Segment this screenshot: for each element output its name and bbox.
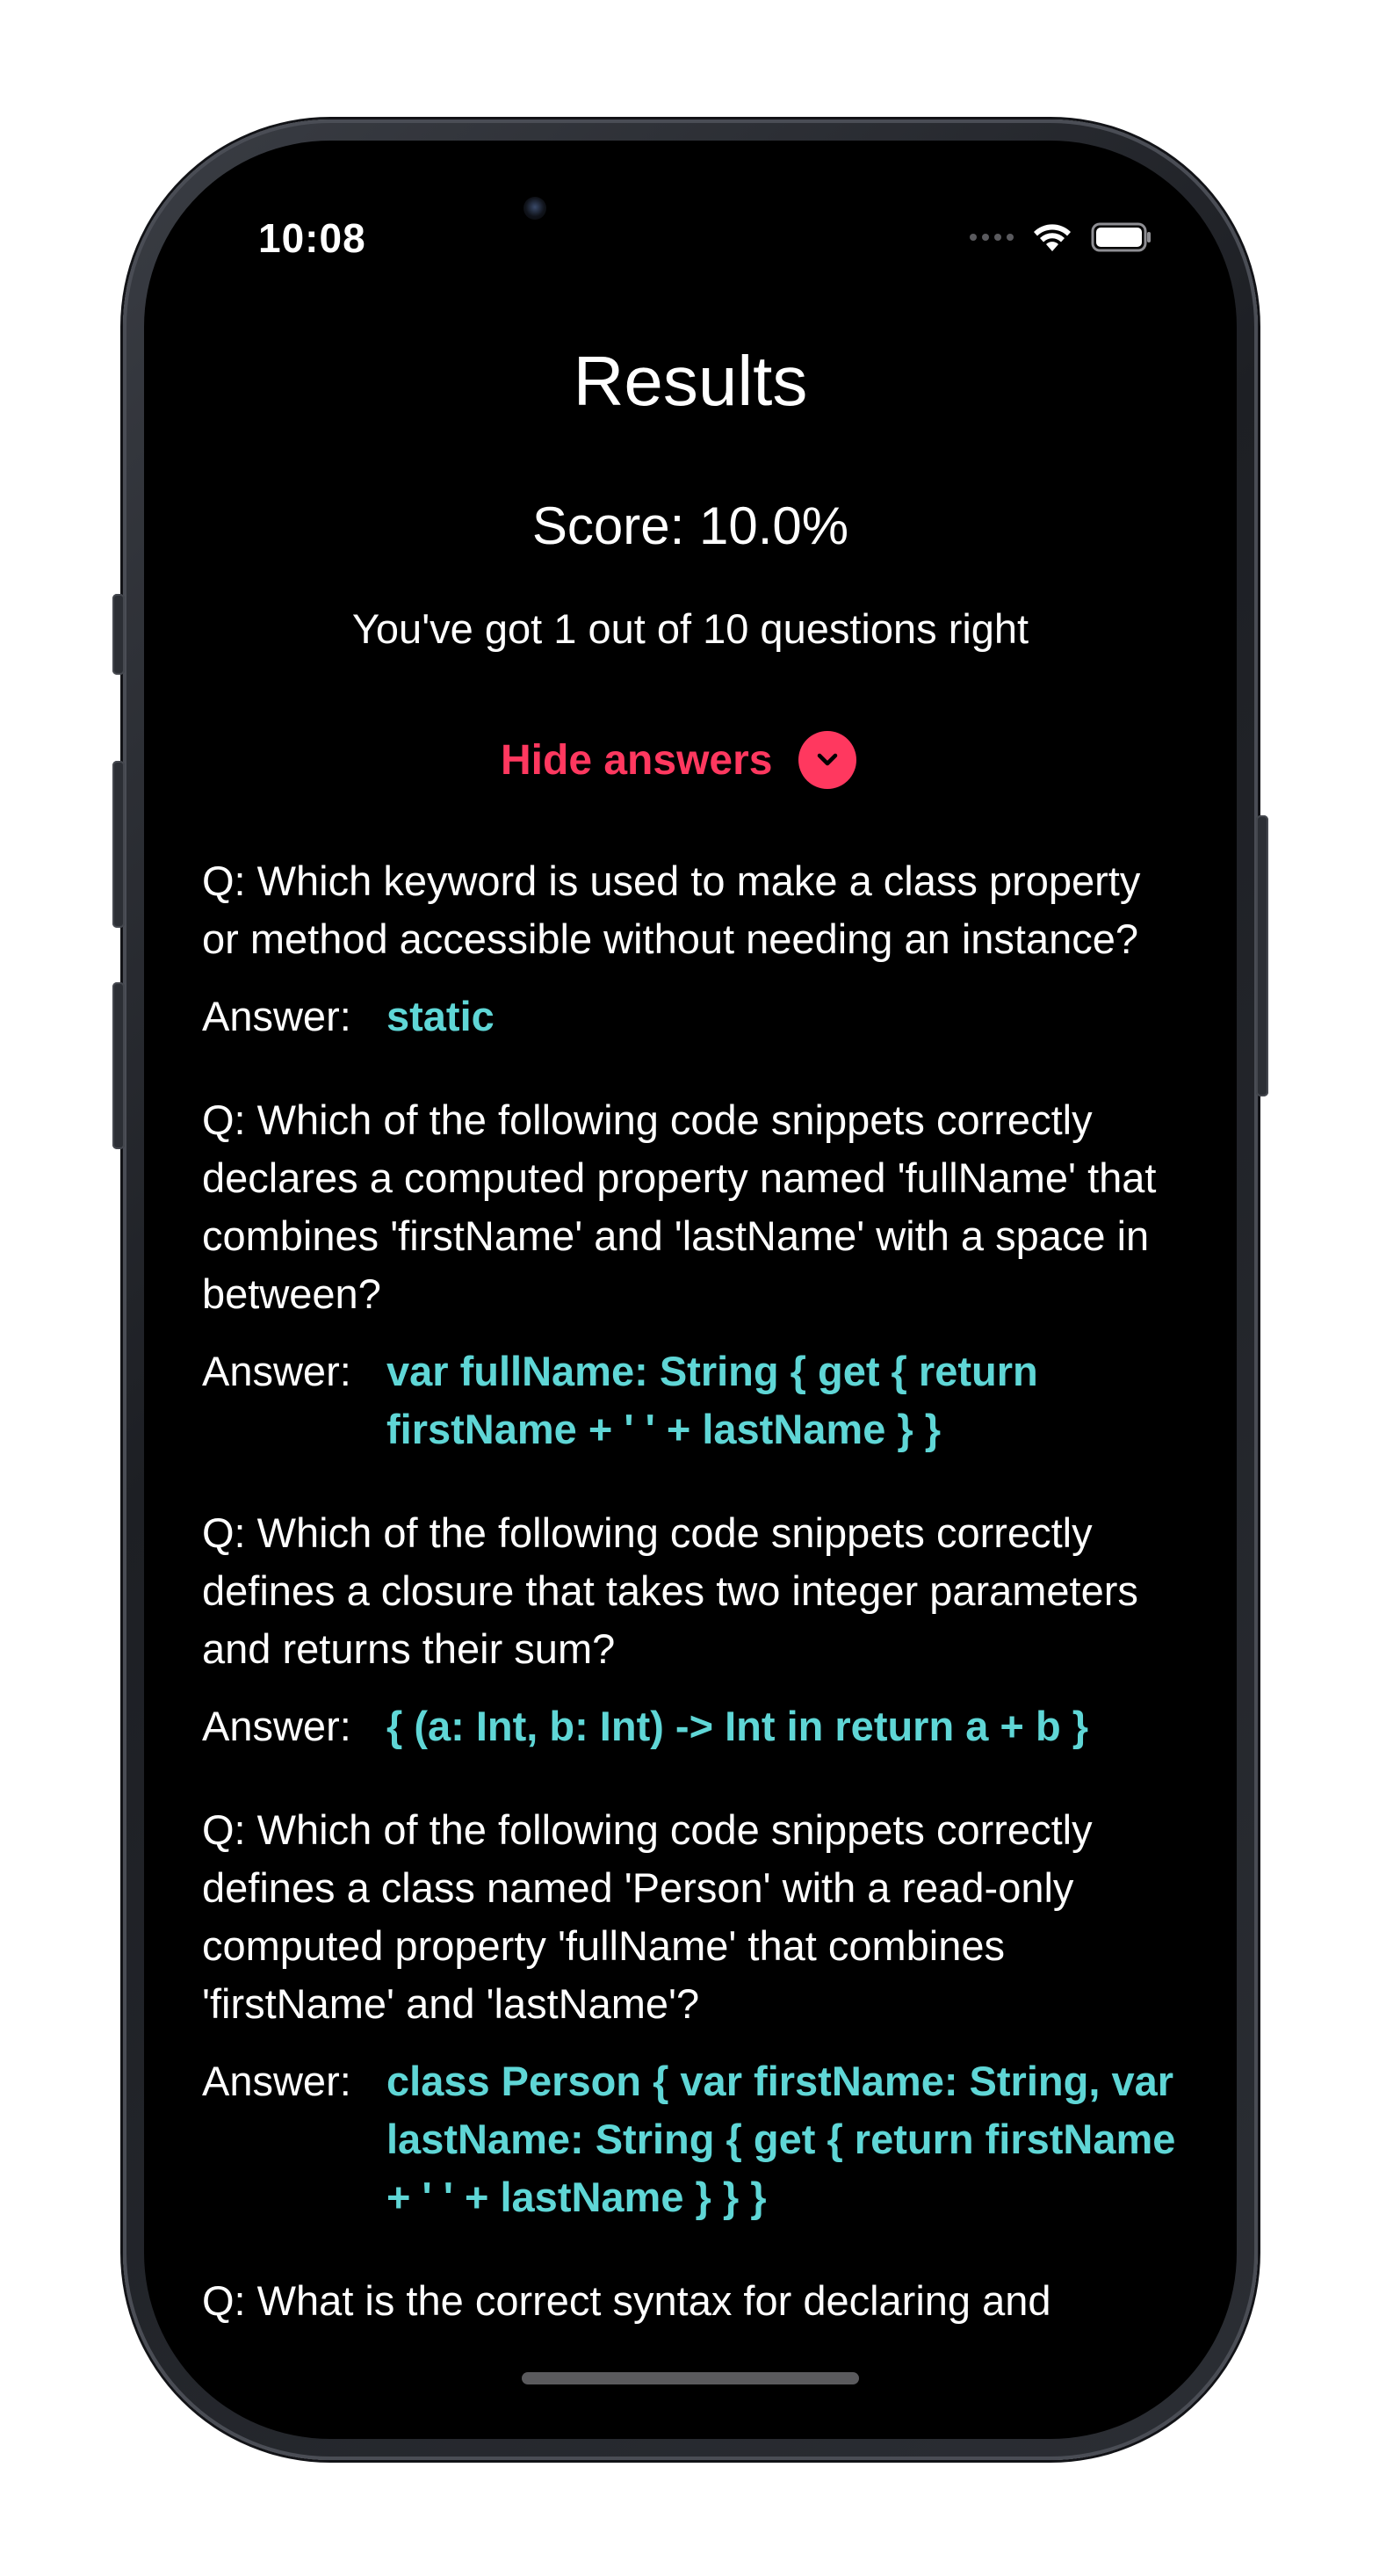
hide-answers-label: Hide answers [501, 736, 773, 784]
score-text: Score: 10.0% [531, 496, 849, 555]
battery-icon [1091, 222, 1151, 252]
volume-up-button [112, 761, 125, 928]
question-text: Q: Which of the following code snippets … [202, 1509, 1138, 1672]
answer-text: { (a: Int, b: Int) -> Int in return a + … [386, 1703, 1088, 1749]
list-item: Q: Which of the following code snippets … [202, 1091, 1179, 1458]
question-text: Q: Which keyword is used to make a class… [202, 857, 1141, 962]
answer-row: Answer: class Person { var firstName: St… [202, 2052, 1179, 2226]
chevron-down-icon [798, 731, 857, 789]
front-camera [523, 197, 546, 220]
answer-label: Answer: [202, 1348, 351, 1394]
list-item: Q: What is the correct syntax for declar… [202, 2272, 1179, 2330]
question-text: Q: Which of the following code snippets … [202, 1096, 1157, 1317]
action-button [112, 594, 125, 675]
answer-label: Answer: [202, 1703, 351, 1749]
answer-label: Answer: [202, 2058, 351, 2104]
question-text: Q: Which of the following code snippets … [202, 1806, 1093, 2027]
answer-row: Answer: { (a: Int, b: Int) -> Int in ret… [202, 1697, 1179, 1755]
power-button [1256, 815, 1268, 1096]
list-item: Q: Which of the following code snippets … [202, 1504, 1179, 1755]
volume-down-button [112, 982, 125, 1149]
cellular-signal-icon [970, 234, 1014, 241]
summary-text: You've got 1 out of 10 questions right [351, 605, 1029, 652]
question-text: Q: What is the correct syntax for declar… [202, 2277, 1051, 2324]
answer-label: Answer: [202, 993, 351, 1039]
status-time: 10:08 [258, 215, 366, 261]
answer-row: Answer: static [202, 988, 1179, 1046]
wifi-icon [1034, 224, 1071, 251]
results-list: Q: Which keyword is used to make a class… [202, 852, 1179, 2330]
hide-answers-button[interactable]: Hide answers [501, 731, 857, 789]
answer-text: class Person { var firstName: String, va… [386, 2058, 1176, 2220]
answer-text: static [386, 993, 495, 1039]
screen: 10:08 Results Score: 10.0% You've got 1 … [144, 141, 1237, 2439]
answer-text: var fullName: String { get { return firs… [386, 1348, 1038, 1452]
answer-row: Answer: var fullName: String { get { ret… [202, 1342, 1179, 1458]
status-icons [970, 221, 1152, 253]
home-indicator[interactable] [522, 2372, 859, 2384]
page-title: Results [573, 342, 808, 420]
list-item: Q: Which of the following code snippets … [202, 1801, 1179, 2226]
list-item: Q: Which keyword is used to make a class… [202, 852, 1179, 1046]
